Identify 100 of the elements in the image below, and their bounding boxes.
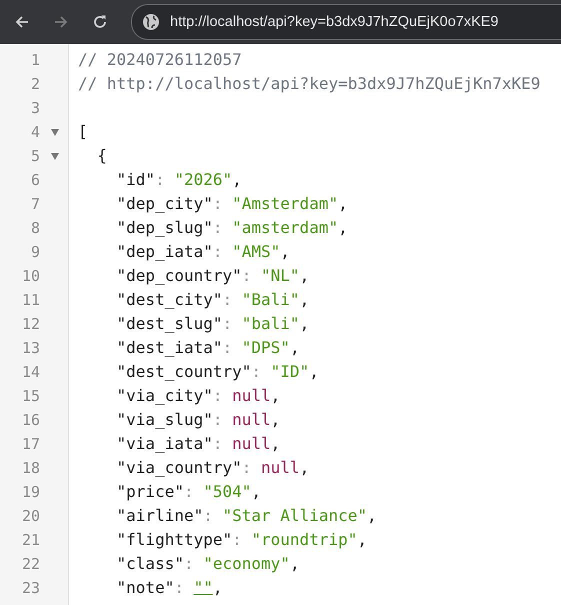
json-key: "dest_slug" (116, 312, 222, 336)
json-string: "Amsterdam" (232, 193, 338, 215)
code-punctuation: , (270, 385, 280, 407)
json-string: "NL" (261, 265, 300, 287)
code-punctuation: : (155, 169, 166, 191)
code-punctuation: , (290, 337, 300, 359)
json-key: "airline" (116, 504, 204, 528)
code-punctuation: , (270, 409, 280, 431)
line-number: 23 (20, 578, 40, 599)
line-number: 22 (20, 554, 40, 575)
json-string: "bali" (242, 313, 300, 335)
code-punctuation: , (300, 313, 310, 335)
json-key: "via_slug" (116, 408, 213, 432)
code-punctuation: : (212, 193, 224, 215)
code-punctuation: , (212, 577, 222, 599)
code-punctuation: , (280, 241, 290, 263)
json-string: "" (194, 577, 213, 599)
reload-icon[interactable] (92, 14, 108, 30)
code-punctuation: : (184, 481, 195, 503)
line-number: 3 (30, 98, 40, 119)
code-punctuation: [ (78, 121, 88, 143)
code-punctuation: : (212, 241, 224, 263)
line-number: 12 (20, 314, 40, 335)
code-punctuation: : (212, 409, 224, 431)
json-string: "roundtrip" (251, 529, 358, 551)
url-text: http://localhost/api?key=b3dx9J7hZQuEjK0o7xKE9 (170, 14, 498, 30)
json-string: "DPS" (242, 337, 290, 359)
code-comment: // http://localhost/api?key=b3dx9J7hZQuEjKn7xKE9 (78, 73, 540, 95)
forward-icon[interactable] (53, 14, 69, 30)
code-punctuation: : (174, 577, 185, 599)
json-null: null (232, 385, 271, 407)
json-key: "via_iata" (116, 432, 213, 456)
line-number: 1 (30, 50, 40, 71)
json-null: null (232, 409, 271, 431)
json-key: "price" (116, 480, 184, 504)
json-string: "2026" (174, 169, 232, 191)
line-number: 19 (20, 482, 40, 503)
json-string: "economy" (203, 553, 290, 575)
json-key: "dep_country" (116, 264, 242, 288)
code-punctuation: , (270, 433, 280, 455)
code-punctuation: : (232, 529, 243, 551)
json-string: "amsterdam" (232, 217, 338, 239)
line-number: 9 (30, 242, 40, 263)
line-number: 11 (20, 290, 40, 311)
code-punctuation: : (203, 505, 214, 527)
line-number: 14 (20, 362, 40, 383)
code-punctuation: : (212, 433, 224, 455)
code-punctuation: , (251, 481, 262, 503)
back-icon[interactable] (14, 14, 30, 30)
line-number: 17 (20, 434, 40, 455)
json-key: "dep_iata" (116, 240, 213, 264)
json-null: null (261, 457, 300, 479)
code-punctuation: , (367, 505, 377, 527)
json-key: "note" (116, 576, 174, 600)
line-number: 2 (30, 74, 40, 95)
code-punctuation: , (338, 193, 348, 215)
line-number: 21 (20, 530, 40, 551)
code-punctuation: : (222, 337, 234, 359)
line-number: 7 (30, 194, 40, 215)
json-string: "504" (203, 481, 252, 503)
line-number: 20 (20, 506, 40, 527)
line-number: 8 (30, 218, 40, 239)
line-number: 13 (20, 338, 40, 359)
fold-caret-icon[interactable] (51, 152, 59, 160)
json-string: "Star Alliance" (222, 505, 367, 527)
line-number: 18 (20, 458, 40, 479)
code-punctuation: , (290, 553, 300, 575)
globe-icon (142, 13, 160, 31)
json-key: "dest_city" (116, 288, 222, 312)
json-key: "via_city" (116, 384, 213, 408)
line-number: 15 (20, 386, 40, 407)
code-punctuation: { (97, 145, 107, 167)
json-key: "dep_slug" (116, 216, 213, 240)
code-punctuation: : (212, 385, 224, 407)
code-punctuation: : (251, 361, 262, 383)
code-punctuation: , (300, 289, 310, 311)
line-number: 6 (30, 170, 40, 191)
json-key: "dest_iata" (116, 336, 222, 360)
code-punctuation: : (222, 313, 234, 335)
json-null: null (232, 433, 271, 455)
address-bar[interactable]: http://localhost/api?key=b3dx9J7hZQuEjK0o7xKE9 (131, 4, 561, 40)
json-key: "dest_country" (116, 360, 252, 384)
json-string: "ID" (270, 361, 310, 383)
json-string: "Bali" (242, 289, 300, 311)
code-comment: // 20240726112057 (78, 49, 242, 71)
line-number: 16 (20, 410, 40, 431)
code-punctuation: : (222, 289, 234, 311)
code-punctuation: , (357, 529, 367, 551)
json-string: "AMS" (232, 241, 280, 263)
code-punctuation: , (309, 361, 319, 383)
code-punctuation: : (242, 457, 252, 479)
line-number: 10 (20, 266, 40, 287)
code-punctuation: , (300, 457, 310, 479)
json-key: "via_country" (116, 456, 242, 480)
code-punctuation: , (232, 169, 242, 191)
fold-caret-icon[interactable] (51, 128, 59, 136)
json-key: "class" (116, 552, 184, 576)
code-punctuation: , (338, 217, 348, 239)
line-number: 5 (30, 146, 40, 167)
json-key: "flighttype" (116, 528, 232, 552)
